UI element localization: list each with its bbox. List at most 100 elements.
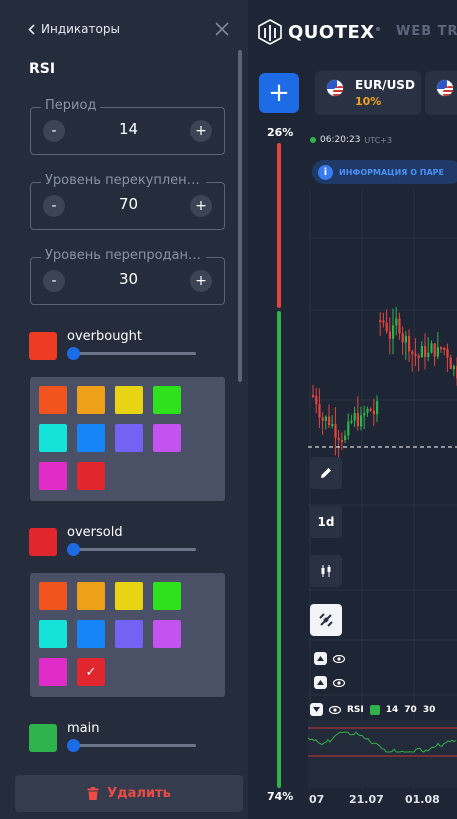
palette-color-option[interactable] xyxy=(77,424,105,452)
candle-body xyxy=(392,325,395,339)
candle-body xyxy=(379,320,382,322)
candle-body xyxy=(376,401,379,415)
palette-color-option[interactable] xyxy=(39,386,67,414)
time-value: 06:20:23 xyxy=(320,135,361,145)
overbought-level-value[interactable]: 70 xyxy=(91,195,166,213)
palette-color-option[interactable] xyxy=(153,386,181,414)
palette-color-option[interactable] xyxy=(153,582,181,610)
palette-color-option[interactable] xyxy=(39,658,67,686)
period-field[interactable]: Период - 14 + xyxy=(30,98,225,155)
candle-body xyxy=(350,420,353,423)
timeframe-button[interactable]: 1d xyxy=(310,506,342,538)
indicators-button[interactable] xyxy=(310,604,342,636)
palette-color-option[interactable] xyxy=(153,424,181,452)
period-decrement-button[interactable]: - xyxy=(43,120,65,142)
palette-color-option[interactable] xyxy=(77,620,105,648)
candle-body xyxy=(353,413,356,421)
oversold-level-value[interactable]: 30 xyxy=(91,270,166,288)
expand-down-icon[interactable] xyxy=(310,703,323,716)
candlestick-icon xyxy=(321,565,331,577)
overbought-color-swatch[interactable] xyxy=(29,332,57,360)
oversold-level-label: Уровень перепроданн... xyxy=(41,248,206,263)
period-value[interactable]: 14 xyxy=(91,120,166,138)
candle-body xyxy=(408,336,411,352)
palette-color-option[interactable] xyxy=(115,386,143,414)
palette-color-option[interactable] xyxy=(115,620,143,648)
candle-body xyxy=(315,395,318,405)
sentiment-buy-bar xyxy=(277,311,281,788)
candle-body xyxy=(420,345,423,358)
palette-color-option[interactable] xyxy=(39,462,67,490)
draw-tool-button[interactable] xyxy=(310,457,342,489)
indicator-row-1[interactable] xyxy=(314,652,345,665)
oversold-width-slider-handle[interactable] xyxy=(67,543,80,556)
quotex-logo[interactable]: QUOTEX xyxy=(258,18,375,46)
main-color-swatch[interactable] xyxy=(29,724,57,752)
palette-color-option[interactable] xyxy=(115,424,143,452)
price-chart[interactable] xyxy=(308,190,457,790)
candle-body xyxy=(414,353,417,356)
palette-color-option[interactable] xyxy=(39,424,67,452)
palette-color-option[interactable] xyxy=(77,386,105,414)
overbought-decrement-button[interactable]: - xyxy=(43,195,65,217)
rsi-oversold: 30 xyxy=(422,704,436,715)
asset-name: EUR/USD xyxy=(355,78,415,92)
chart-type-button[interactable] xyxy=(310,555,342,587)
back-label: Индикаторы xyxy=(41,22,120,36)
overbought-width-slider-handle[interactable] xyxy=(67,347,80,360)
asset-tab-eurusd[interactable]: EUR/USD 10% xyxy=(315,71,421,115)
main-width-slider[interactable] xyxy=(70,744,196,747)
logo-text: QUOTEX xyxy=(288,21,375,43)
palette-color-option-selected[interactable]: ✓ xyxy=(77,658,105,686)
palette-color-option[interactable] xyxy=(77,462,105,490)
candle-body xyxy=(372,410,375,415)
candle-body xyxy=(398,318,401,334)
close-icon[interactable] xyxy=(213,20,231,38)
flag-eu-us-icon xyxy=(326,79,344,97)
collapse-up-icon[interactable] xyxy=(314,676,327,689)
palette-color-option[interactable] xyxy=(153,620,181,648)
sentiment-sell-bar xyxy=(277,143,281,308)
overbought-increment-button[interactable]: + xyxy=(190,195,212,217)
pencil-icon xyxy=(321,468,331,478)
candle-body xyxy=(328,416,331,426)
period-increment-button[interactable]: + xyxy=(190,120,212,142)
info-icon: i xyxy=(318,164,333,180)
web-trading-label: WEB TRA xyxy=(396,24,457,39)
pair-info-button[interactable]: i ИНФОРМАЦИЯ О ПАРЕ xyxy=(312,160,457,184)
overbought-level-field[interactable]: Уровень перекупленн... - 70 + xyxy=(30,173,225,230)
indicator-title: RSI xyxy=(29,61,56,77)
candle-body xyxy=(344,435,347,440)
candle-body xyxy=(449,357,452,370)
eye-icon[interactable] xyxy=(329,705,341,714)
x-axis-date: 21.07 xyxy=(349,793,384,806)
server-time: 06:20:23 UTC+3 xyxy=(310,135,392,145)
oversold-width-slider[interactable] xyxy=(70,548,196,551)
oversold-level-field[interactable]: Уровень перепроданн... - 30 + xyxy=(30,248,225,305)
oversold-increment-button[interactable]: + xyxy=(190,270,212,292)
eye-icon[interactable] xyxy=(333,654,345,663)
palette-color-option[interactable] xyxy=(39,582,67,610)
oversold-color-swatch[interactable] xyxy=(29,528,57,556)
main-width-slider-handle[interactable] xyxy=(67,739,80,752)
palette-color-option[interactable] xyxy=(77,582,105,610)
panel-scrollbar[interactable] xyxy=(238,50,242,382)
back-to-indicators[interactable]: Индикаторы xyxy=(28,22,120,36)
indicator-row-2[interactable] xyxy=(314,676,345,689)
palette-color-option[interactable] xyxy=(39,620,67,648)
candle-body xyxy=(417,355,420,358)
candle-body xyxy=(347,421,350,436)
eye-icon[interactable] xyxy=(333,678,345,687)
asset-tab-second[interactable] xyxy=(425,71,457,115)
delete-indicator-button[interactable]: Удалить xyxy=(15,775,243,812)
rsi-label: RSI xyxy=(347,704,364,715)
candle-body xyxy=(401,333,404,343)
candle-body xyxy=(324,416,327,421)
overbought-width-slider[interactable] xyxy=(70,352,196,355)
palette-color-option[interactable] xyxy=(115,582,143,610)
oversold-decrement-button[interactable]: - xyxy=(43,270,65,292)
add-asset-button[interactable]: + xyxy=(259,73,299,113)
oversold-color-row: oversold xyxy=(29,525,229,558)
rsi-indicator-header[interactable]: RSI 14 70 30 xyxy=(310,703,435,716)
collapse-up-icon[interactable] xyxy=(314,652,327,665)
